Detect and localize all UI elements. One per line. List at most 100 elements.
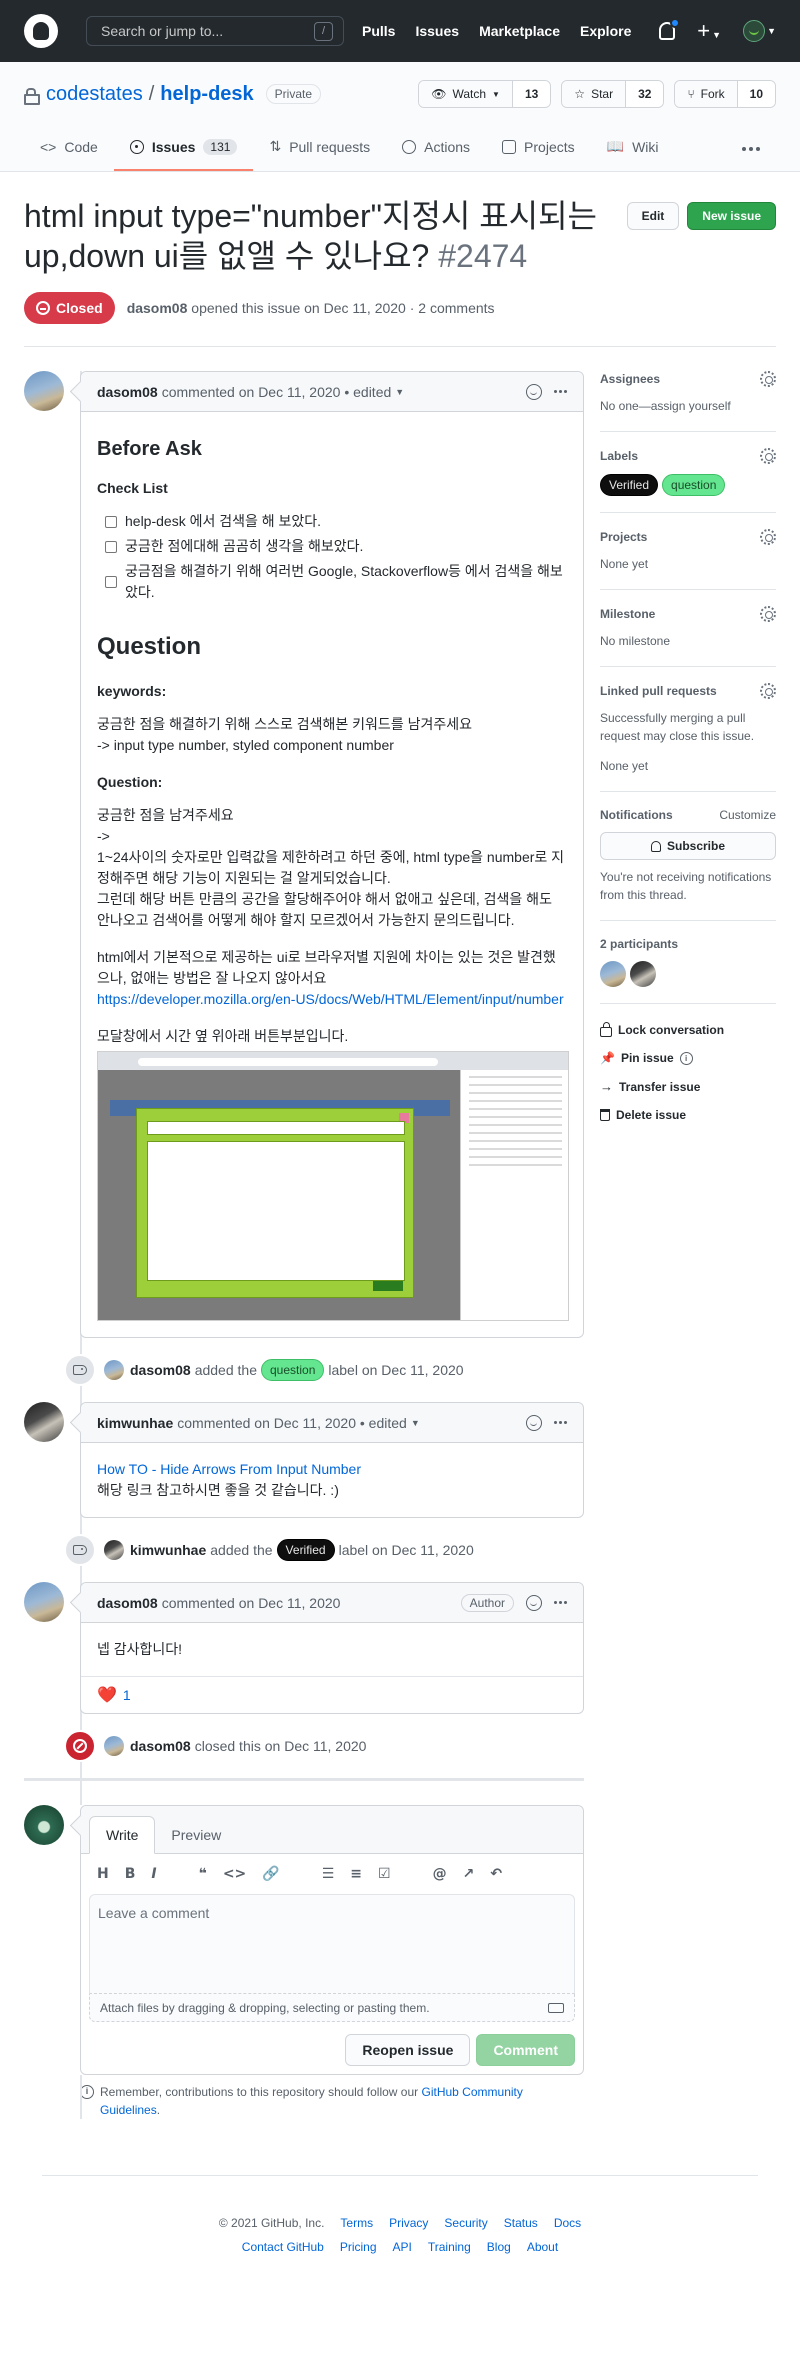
- edit-title-button[interactable]: Edit: [626, 202, 680, 230]
- link-icon[interactable]: 🔗: [262, 1866, 279, 1882]
- chevron-down-icon[interactable]: ▼: [411, 1418, 420, 1428]
- repo-name-link[interactable]: help-desk: [160, 83, 253, 106]
- tab-pull-requests[interactable]: ⇅ Pull requests: [253, 126, 386, 171]
- footer-link-privacy[interactable]: Privacy: [389, 2216, 428, 2230]
- avatar[interactable]: [104, 1736, 124, 1756]
- github-logo-icon[interactable]: [24, 14, 58, 48]
- create-new-menu[interactable]: + ▼: [697, 20, 721, 42]
- markdown-icon[interactable]: [548, 2002, 564, 2013]
- delete-issue-button[interactable]: Delete issue: [600, 1101, 776, 1129]
- nav-pulls[interactable]: Pulls: [362, 23, 395, 39]
- fork-button[interactable]: ⑂ Fork 10: [674, 80, 776, 108]
- label-question[interactable]: question: [662, 474, 726, 496]
- tab-wiki[interactable]: 📖 Wiki: [591, 126, 675, 171]
- mdn-link[interactable]: https://developer.mozilla.org/en-US/docs…: [97, 991, 564, 1007]
- comment-author[interactable]: dasom08: [97, 384, 158, 400]
- task-list-icon[interactable]: ☑: [378, 1866, 391, 1882]
- footer-link-terms[interactable]: Terms: [340, 2216, 373, 2230]
- avatar[interactable]: [104, 1540, 124, 1560]
- gear-icon[interactable]: [760, 371, 776, 387]
- code-icon[interactable]: <>: [223, 1866, 246, 1882]
- numbered-list-icon[interactable]: ≡: [350, 1866, 362, 1882]
- notifications-bell-icon[interactable]: [659, 18, 681, 40]
- nav-issues[interactable]: Issues: [415, 23, 459, 39]
- event-actor[interactable]: kimwunhae: [130, 1542, 206, 1558]
- fork-count[interactable]: 10: [737, 81, 775, 107]
- tab-issues[interactable]: Issues 131: [113, 126, 254, 171]
- bold-icon[interactable]: B: [125, 1866, 136, 1882]
- participant-avatar[interactable]: [600, 961, 626, 987]
- subscribe-button[interactable]: Subscribe: [600, 832, 776, 860]
- star-button[interactable]: ☆ Star 32: [561, 80, 665, 108]
- footer-link-contact[interactable]: Contact GitHub: [242, 2240, 324, 2254]
- label-verified[interactable]: Verified: [276, 1539, 335, 1561]
- avatar[interactable]: [24, 371, 64, 411]
- comment-author[interactable]: kimwunhae: [97, 1415, 173, 1431]
- avatar[interactable]: [104, 1360, 124, 1380]
- lock-conversation-button[interactable]: Lock conversation: [600, 1016, 776, 1044]
- add-reaction-icon[interactable]: [526, 1594, 542, 1611]
- quote-icon[interactable]: ❝: [199, 1866, 207, 1882]
- footer-link-docs[interactable]: Docs: [554, 2216, 581, 2230]
- transfer-issue-button[interactable]: → Transfer issue: [600, 1072, 776, 1101]
- gear-icon[interactable]: [760, 683, 776, 699]
- user-menu[interactable]: ▼: [743, 20, 776, 42]
- comment-button[interactable]: Comment: [476, 2034, 575, 2066]
- participant-avatar[interactable]: [630, 961, 656, 987]
- tab-projects[interactable]: Projects: [486, 126, 591, 171]
- pin-issue-button[interactable]: 📌 Pin issue i: [600, 1044, 776, 1072]
- reaction-heart-button[interactable]: ❤️ 1: [81, 1676, 583, 1713]
- info-icon[interactable]: i: [679, 1051, 693, 1065]
- issue-author-link[interactable]: dasom08: [127, 300, 188, 316]
- task-checkbox[interactable]: [105, 515, 117, 528]
- italic-icon[interactable]: I: [151, 1866, 156, 1882]
- avatar[interactable]: [24, 1402, 64, 1442]
- add-reaction-icon[interactable]: [526, 1414, 542, 1431]
- bullet-list-icon[interactable]: ☰: [322, 1866, 335, 1882]
- comment-options-kebab-icon[interactable]: [554, 390, 567, 393]
- star-count[interactable]: 32: [626, 81, 664, 107]
- assign-yourself-link[interactable]: No one—assign yourself: [600, 397, 776, 415]
- footer-link-about[interactable]: About: [527, 2240, 558, 2254]
- tab-code[interactable]: <> Code: [24, 126, 114, 171]
- label-verified[interactable]: Verified: [600, 474, 659, 496]
- event-actor[interactable]: dasom08: [130, 1362, 191, 1378]
- gear-icon[interactable]: [760, 529, 776, 545]
- avatar[interactable]: [24, 1805, 64, 1845]
- label-question[interactable]: question: [261, 1359, 325, 1381]
- reply-icon[interactable]: ↶: [490, 1866, 502, 1882]
- search-input[interactable]: Search or jump to... /: [86, 16, 344, 46]
- footer-link-security[interactable]: Security: [444, 2216, 487, 2230]
- heading-icon[interactable]: H: [97, 1866, 109, 1882]
- event-actor[interactable]: dasom08: [130, 1738, 191, 1754]
- customize-link[interactable]: Customize: [719, 808, 776, 822]
- tab-write[interactable]: Write: [89, 1816, 156, 1854]
- gear-icon[interactable]: [760, 448, 776, 464]
- attach-files-area[interactable]: Attach files by dragging & dropping, sel…: [89, 1994, 575, 2022]
- repo-owner-link[interactable]: codestates: [46, 83, 143, 106]
- new-issue-button[interactable]: New issue: [687, 202, 776, 230]
- mention-icon[interactable]: @: [433, 1866, 447, 1882]
- watch-count[interactable]: 13: [512, 81, 551, 107]
- task-checkbox[interactable]: [105, 540, 117, 553]
- gear-icon[interactable]: [760, 606, 776, 622]
- comment-author[interactable]: dasom08: [97, 1595, 158, 1611]
- watch-button[interactable]: 👁 Watch ▼ 13: [418, 80, 552, 108]
- footer-link-training[interactable]: Training: [428, 2240, 471, 2254]
- cross-reference-icon[interactable]: ↗: [463, 1866, 475, 1882]
- reopen-issue-button[interactable]: Reopen issue: [345, 2034, 471, 2066]
- add-reaction-icon[interactable]: [526, 383, 542, 400]
- tab-actions[interactable]: Actions: [386, 126, 486, 171]
- comment-options-kebab-icon[interactable]: [554, 1421, 567, 1424]
- hide-arrows-link[interactable]: How TO - Hide Arrows From Input Number: [97, 1461, 361, 1477]
- footer-link-status[interactable]: Status: [504, 2216, 538, 2230]
- footer-link-pricing[interactable]: Pricing: [340, 2240, 377, 2254]
- comment-options-kebab-icon[interactable]: [554, 1601, 567, 1604]
- footer-link-blog[interactable]: Blog: [487, 2240, 511, 2254]
- attached-screenshot-image[interactable]: [97, 1051, 569, 1321]
- nav-explore[interactable]: Explore: [580, 23, 631, 39]
- avatar[interactable]: [24, 1582, 64, 1622]
- more-tabs-kebab-icon[interactable]: [742, 126, 776, 171]
- comment-textarea[interactable]: Leave a comment: [89, 1894, 575, 1994]
- tab-preview[interactable]: Preview: [155, 1817, 237, 1853]
